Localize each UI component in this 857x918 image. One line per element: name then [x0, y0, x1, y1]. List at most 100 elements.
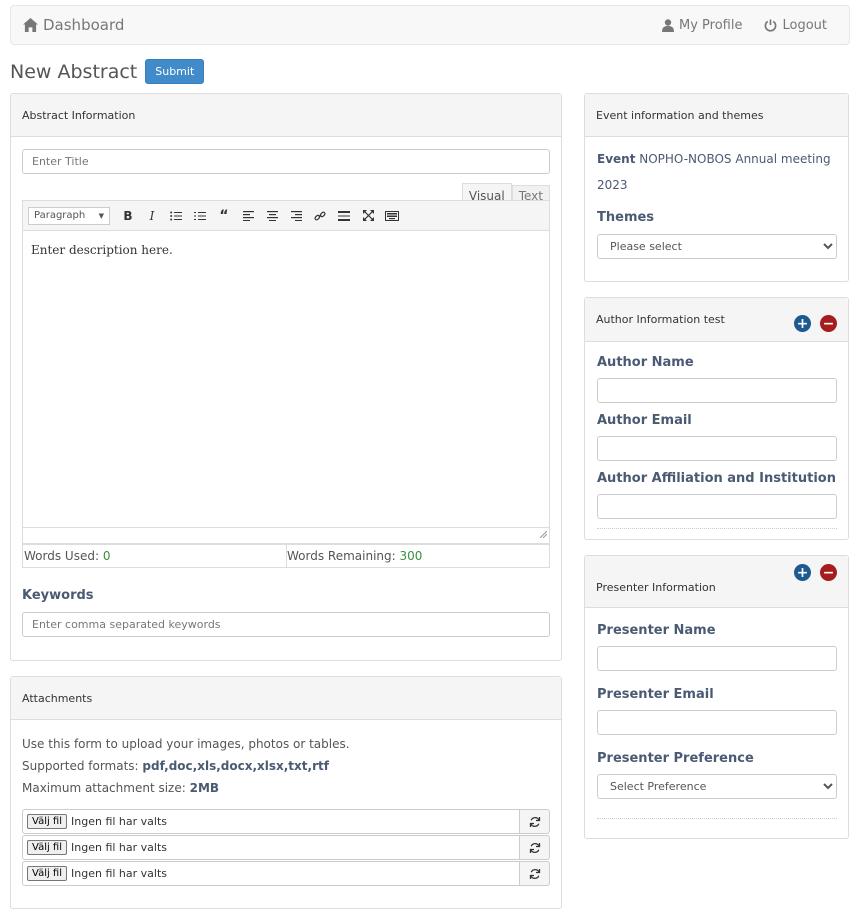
no-file-text: Ingen fil har valts [71, 867, 168, 880]
presenter-email-input[interactable] [597, 710, 837, 735]
format-select-value: Paragraph [34, 210, 86, 221]
no-file-text: Ingen fil har valts [71, 815, 168, 828]
attachments-panel-title: Attachments [22, 691, 93, 705]
file-upload-row: Välj fil Ingen fil har valts [22, 861, 550, 886]
author-name-label: Author Name [597, 355, 694, 370]
top-navbar: Dashboard My Profile Logout [10, 5, 850, 45]
max-attachment-size: Maximum attachment size: 2MB [22, 777, 350, 799]
remove-presenter-icon[interactable]: − [820, 564, 837, 581]
panel-heading: Author Information test + − [585, 298, 848, 342]
author-name-input[interactable] [597, 378, 837, 403]
page-title: New Abstract [10, 60, 138, 83]
read-more-icon[interactable] [334, 206, 354, 226]
keywords-label: Keywords [22, 588, 94, 603]
word-count-bar: Words Used: 0 Words Remaining: 300 [22, 544, 550, 568]
user-icon [662, 18, 675, 32]
presenter-preference-label: Presenter Preference [597, 751, 754, 766]
abstract-information-panel: Abstract Information Visual Text Paragra… [10, 93, 562, 661]
my-profile-label: My Profile [679, 17, 743, 33]
page-header: New Abstract Submit [10, 59, 205, 84]
themes-select[interactable]: Please select [597, 234, 837, 259]
blockquote-icon[interactable]: “ [214, 206, 234, 226]
bold-icon[interactable]: B [118, 206, 138, 226]
logout-link[interactable]: Logout [764, 18, 827, 33]
max-size-value: 2MB [189, 781, 220, 795]
presenter-name-label: Presenter Name [597, 623, 716, 638]
bullet-list-icon[interactable] [166, 206, 186, 226]
words-remaining-value: 300 [399, 549, 423, 563]
presenter-email-label: Presenter Email [597, 687, 714, 702]
editor-status-bar [23, 527, 549, 543]
words-remaining: Words Remaining: 300 [286, 545, 549, 567]
description-content[interactable]: Enter description here. [23, 231, 549, 527]
words-used-value: 0 [102, 549, 111, 563]
file-upload-row: Välj fil Ingen fil har valts [22, 809, 550, 834]
align-left-icon[interactable] [238, 206, 258, 226]
event-panel-title: Event information and themes [596, 108, 764, 122]
add-presenter-icon[interactable]: + [794, 564, 811, 581]
presenter-preference-select[interactable]: Select Preference [597, 774, 837, 799]
author-information-panel: Author Information test + − Author Name … [584, 297, 849, 540]
author-affiliation-label: Author Affiliation and Institution [597, 471, 836, 486]
divider [597, 818, 837, 819]
attachments-instructions: Use this form to upload your images, pho… [22, 737, 350, 751]
refresh-icon[interactable] [520, 809, 550, 834]
event-information-panel: Event information and themes Event NOPHO… [584, 93, 849, 282]
home-icon [23, 18, 38, 32]
event-info: Event NOPHO-NOBOS Annual meeting 2023 [597, 146, 837, 198]
supported-formats: Supported formats: pdf,doc,xls,docx,xlsx… [22, 755, 350, 777]
keywords-input[interactable] [22, 612, 550, 637]
choose-file-button[interactable]: Välj fil [27, 814, 68, 829]
choose-file-button[interactable]: Välj fil [27, 840, 68, 855]
keyboard-icon[interactable] [382, 206, 402, 226]
align-center-icon[interactable] [262, 206, 282, 226]
file-input[interactable]: Välj fil Ingen fil har valts [22, 861, 520, 886]
max-size-label: Maximum attachment size: [22, 781, 190, 795]
dashboard-label: Dashboard [43, 16, 125, 34]
supported-formats-label: Supported formats: [22, 759, 143, 773]
no-file-text: Ingen fil har valts [71, 841, 168, 854]
fullscreen-icon[interactable] [358, 206, 378, 226]
event-label: Event [597, 152, 636, 166]
my-profile-link[interactable]: My Profile [662, 18, 742, 33]
attachments-panel: Attachments Use this form to upload your… [10, 676, 562, 909]
add-author-icon[interactable]: + [794, 315, 811, 332]
choose-file-button[interactable]: Välj fil [27, 866, 68, 881]
refresh-icon[interactable] [520, 835, 550, 860]
author-email-label: Author Email [597, 413, 692, 428]
logout-label: Logout [782, 17, 827, 33]
author-email-input[interactable] [597, 436, 837, 461]
panel-heading: Abstract Information [11, 94, 561, 137]
align-right-icon[interactable] [286, 206, 306, 226]
format-select[interactable]: Paragraph ▼ [28, 206, 110, 225]
file-input[interactable]: Välj fil Ingen fil har valts [22, 809, 520, 834]
file-upload-row: Välj fil Ingen fil har valts [22, 835, 550, 860]
abstract-panel-title: Abstract Information [22, 108, 136, 122]
words-used-label: Words Used: [24, 549, 103, 563]
remove-author-icon[interactable]: − [820, 315, 837, 332]
presenter-panel-title: Presenter Information [596, 581, 716, 594]
author-affiliation-input[interactable] [597, 494, 837, 519]
panel-heading: Presenter Information + − [585, 556, 848, 608]
dashboard-link[interactable]: Dashboard [23, 16, 124, 34]
author-panel-title: Author Information test [596, 313, 725, 326]
panel-heading: Event information and themes [585, 94, 848, 137]
presenter-information-panel: Presenter Information + − Presenter Name… [584, 555, 849, 839]
presenter-name-input[interactable] [597, 646, 837, 671]
description-editor: Paragraph ▼ B I “ Enter description here… [22, 200, 550, 544]
divider [597, 528, 837, 529]
resize-handle-icon[interactable] [539, 523, 548, 542]
words-remaining-label: Words Remaining: [287, 549, 400, 563]
refresh-icon[interactable] [520, 861, 550, 886]
caret-down-icon: ▼ [98, 211, 104, 220]
submit-button[interactable]: Submit [145, 59, 205, 84]
link-icon[interactable] [310, 206, 330, 226]
italic-icon[interactable]: I [142, 206, 162, 226]
file-input[interactable]: Välj fil Ingen fil har valts [22, 835, 520, 860]
power-icon [764, 18, 777, 32]
panel-heading: Attachments [11, 677, 561, 720]
numbered-list-icon[interactable] [190, 206, 210, 226]
words-used: Words Used: 0 [23, 545, 286, 567]
title-input[interactable] [22, 149, 550, 174]
themes-label: Themes [597, 210, 655, 225]
